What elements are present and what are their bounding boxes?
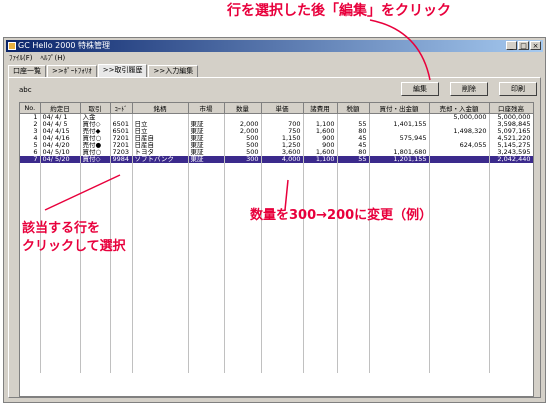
arrow-to-edit xyxy=(369,19,431,81)
instruction-select-1: 該当する行を xyxy=(22,221,101,236)
instruction-select-2: クリックして選択 xyxy=(22,239,126,254)
arrow-to-quantity xyxy=(284,179,289,211)
arrow-to-row xyxy=(44,174,121,211)
instruction-change-qty: 数量を300→200に変更（例） xyxy=(250,208,433,223)
annotation-arrows xyxy=(44,19,431,211)
